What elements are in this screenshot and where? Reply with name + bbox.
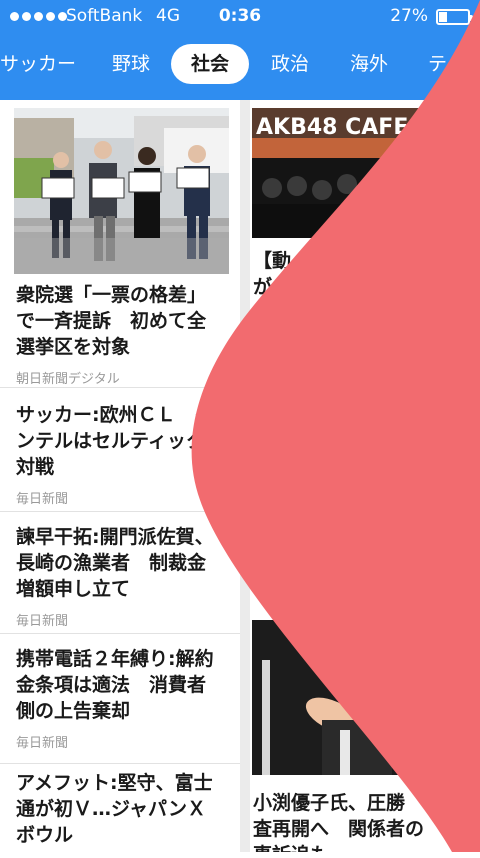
article-card[interactable]: 衆院選「一票の格差」で一斉提訴 初めて全選挙区を対象 朝日新聞デジタル: [0, 282, 240, 388]
article-photo-akb48[interactable]: AKB48 CAFE&SHOP: [252, 108, 480, 238]
obuchi-photo-image: [252, 620, 480, 775]
category-tabs: サッカー 野球 社会 政治 海外 テクノ: [0, 44, 480, 84]
tab-soccer[interactable]: サッカー: [0, 44, 76, 84]
news-feed: 衆院選「一票の格差」で一斉提訴 初めて全選挙区を対象 朝日新聞デジタル サッカー…: [0, 100, 480, 852]
app-header: SoftBank 4G 0:36 27% サッカー 野球 社会 政治 海外 テク…: [0, 0, 480, 100]
article-card[interactable]: アメフット:堅守、富士通が初Ｖ…ジャパンＸボウル: [0, 768, 240, 858]
article-card[interactable]: 諫早干拓:開門派佐賀、長崎の漁業者 制裁金増額申し立て 毎日新聞: [0, 520, 240, 634]
article-title: 携帯電話２年縛り:解約金条項は適法 消費者側の上告棄却: [16, 648, 214, 722]
article-title: サッカー:欧州ＣＬ インテルはセルティックと対戦: [16, 404, 224, 478]
column-divider: [240, 100, 250, 852]
article-title: が: [253, 276, 273, 298]
article-photo-lawsuit[interactable]: [14, 108, 229, 274]
battery-percent: 27%: [390, 6, 428, 26]
right-column: AKB48 CAFE&SHOP 【動 が 小渕優子氏、圧勝 査再開へ 関係者の …: [250, 100, 480, 852]
article-title: 事訴追も: [253, 842, 329, 852]
left-column: 衆院選「一票の格差」で一斉提訴 初めて全選挙区を対象 朝日新聞デジタル サッカー…: [0, 100, 240, 852]
status-bar: SoftBank 4G 0:36 27%: [0, 0, 480, 34]
tab-technology[interactable]: テクノ: [428, 44, 480, 84]
tab-overseas[interactable]: 海外: [350, 44, 388, 84]
article-photo-obuchi[interactable]: [252, 620, 480, 775]
article-title: 小渕優子氏、圧勝: [253, 792, 406, 814]
akb48-sign-text: AKB48 CAFE&SHOP: [256, 115, 480, 140]
article-card[interactable]: サッカー:欧州ＣＬ インテルはセルティックと対戦 毎日新聞: [0, 398, 240, 512]
article-source: 毎日新聞: [16, 736, 69, 751]
article-title: 諫早干拓:開門派佐賀、長崎の漁業者 制裁金増額申し立て: [16, 526, 214, 600]
article-title: 衆院選「一票の格差」で一斉提訴 初めて全選挙区を対象: [16, 284, 207, 358]
tab-politics[interactable]: 政治: [271, 44, 309, 84]
article-title: 査再開へ 関係者の: [253, 818, 425, 840]
article-card[interactable]: 携帯電話２年縛り:解約金条項は適法 消費者側の上告棄却 毎日新聞: [0, 642, 240, 764]
tab-baseball[interactable]: 野球: [112, 44, 150, 84]
lawsuit-photo-image: [14, 108, 229, 274]
article-source: 毎日新聞: [16, 492, 69, 507]
article-source: 毎日新聞: [16, 614, 69, 629]
article-title: アメフット:堅守、富士通が初Ｖ…ジャパンＸボウル: [16, 772, 213, 846]
tab-society[interactable]: 社会: [171, 44, 250, 84]
article-source: 朝日新聞デジタル: [16, 372, 120, 387]
battery-icon: [436, 9, 473, 25]
article-title: 【動: [253, 250, 292, 272]
akb48-photo-image: AKB48 CAFE&SHOP: [252, 108, 480, 238]
